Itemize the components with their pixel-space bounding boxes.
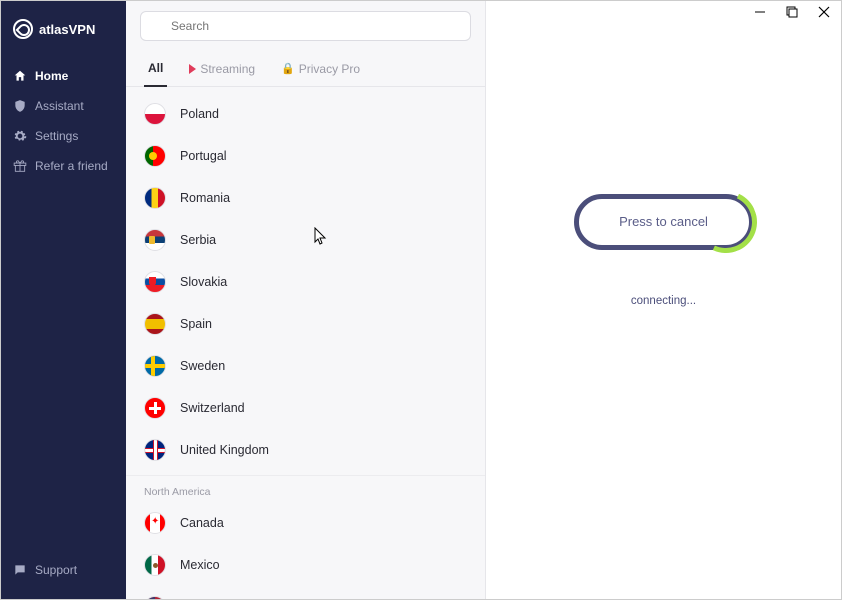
flag-icon <box>144 103 166 125</box>
flag-icon <box>144 397 166 419</box>
gear-icon <box>13 129 27 143</box>
country-name: Sweden <box>180 359 225 373</box>
country-name: Canada <box>180 516 224 530</box>
country-name: Romania <box>180 191 230 205</box>
country-united-states[interactable]: United States <box>126 586 485 599</box>
country-name: Mexico <box>180 558 220 572</box>
country-canada[interactable]: Canada <box>126 502 485 544</box>
chevron-down-icon <box>453 599 467 600</box>
country-poland[interactable]: Poland <box>126 93 485 135</box>
sidebar: atlasVPN Home Assistant Settings <box>1 1 126 599</box>
nav-label: Assistant <box>35 99 84 113</box>
tab-privacy-pro[interactable]: 🔒 Privacy Pro <box>277 55 364 86</box>
country-name: Portugal <box>180 149 227 163</box>
country-name: Spain <box>180 317 212 331</box>
country-name: Slovakia <box>180 275 227 289</box>
country-portugal[interactable]: Portugal <box>126 135 485 177</box>
minimize-button[interactable] <box>753 5 767 19</box>
nav-label: Settings <box>35 129 78 143</box>
app-name: atlasVPN <box>39 22 95 37</box>
server-list-panel: All Streaming 🔒 Privacy Pro Poland Portu… <box>126 1 486 599</box>
tab-label: All <box>148 61 163 75</box>
nav-support[interactable]: Support <box>1 555 126 585</box>
close-button[interactable] <box>817 5 831 19</box>
flag-icon <box>144 313 166 335</box>
flag-icon <box>144 554 166 576</box>
chat-icon <box>13 563 27 577</box>
country-list[interactable]: Poland Portugal Romania Serbia Slovakia … <box>126 87 485 599</box>
connection-status: connecting... <box>631 295 696 307</box>
country-romania[interactable]: Romania <box>126 177 485 219</box>
country-spain[interactable]: Spain <box>126 303 485 345</box>
country-united-kingdom[interactable]: United Kingdom <box>126 429 485 471</box>
country-slovakia[interactable]: Slovakia <box>126 261 485 303</box>
country-mexico[interactable]: Mexico <box>126 544 485 586</box>
country-name: Switzerland <box>180 401 245 415</box>
home-icon <box>13 69 27 83</box>
maximize-button[interactable] <box>785 5 799 19</box>
shield-icon <box>13 99 27 113</box>
country-name: Serbia <box>180 233 216 247</box>
flag-icon <box>144 512 166 534</box>
flag-icon <box>144 145 166 167</box>
main-panel: Press to cancel connecting... <box>486 1 841 599</box>
flag-icon <box>144 439 166 461</box>
flag-icon <box>144 355 166 377</box>
nav-refer[interactable]: Refer a friend <box>1 151 126 181</box>
nav-home[interactable]: Home <box>1 61 126 91</box>
window-controls <box>753 1 841 25</box>
tab-label: Streaming <box>200 62 255 76</box>
nav-assistant[interactable]: Assistant <box>1 91 126 121</box>
country-name: United Kingdom <box>180 443 269 457</box>
tab-all[interactable]: All <box>144 55 167 87</box>
flag-icon <box>144 596 166 599</box>
search-input[interactable] <box>140 11 471 41</box>
app-logo: atlasVPN <box>1 19 126 61</box>
filter-tabs: All Streaming 🔒 Privacy Pro <box>126 47 485 87</box>
country-switzerland[interactable]: Switzerland <box>126 387 485 429</box>
nav-label: Support <box>35 563 77 577</box>
nav-label: Refer a friend <box>35 159 108 173</box>
lock-icon: 🔒 <box>281 62 295 75</box>
flag-icon <box>144 271 166 293</box>
nav-label: Home <box>35 69 68 83</box>
tab-streaming[interactable]: Streaming <box>185 55 259 86</box>
country-sweden[interactable]: Sweden <box>126 345 485 387</box>
flag-icon <box>144 229 166 251</box>
section-north-america: North America <box>126 475 485 502</box>
nav-settings[interactable]: Settings <box>1 121 126 151</box>
gift-icon <box>13 159 27 173</box>
tab-label: Privacy Pro <box>299 62 360 76</box>
country-name: Poland <box>180 107 219 121</box>
country-serbia[interactable]: Serbia <box>126 219 485 261</box>
mouse-cursor-icon <box>314 227 328 249</box>
play-icon <box>189 64 196 74</box>
flag-icon <box>144 187 166 209</box>
atlas-logo-icon <box>13 19 33 39</box>
connect-button-wrap: Press to cancel <box>574 194 754 250</box>
